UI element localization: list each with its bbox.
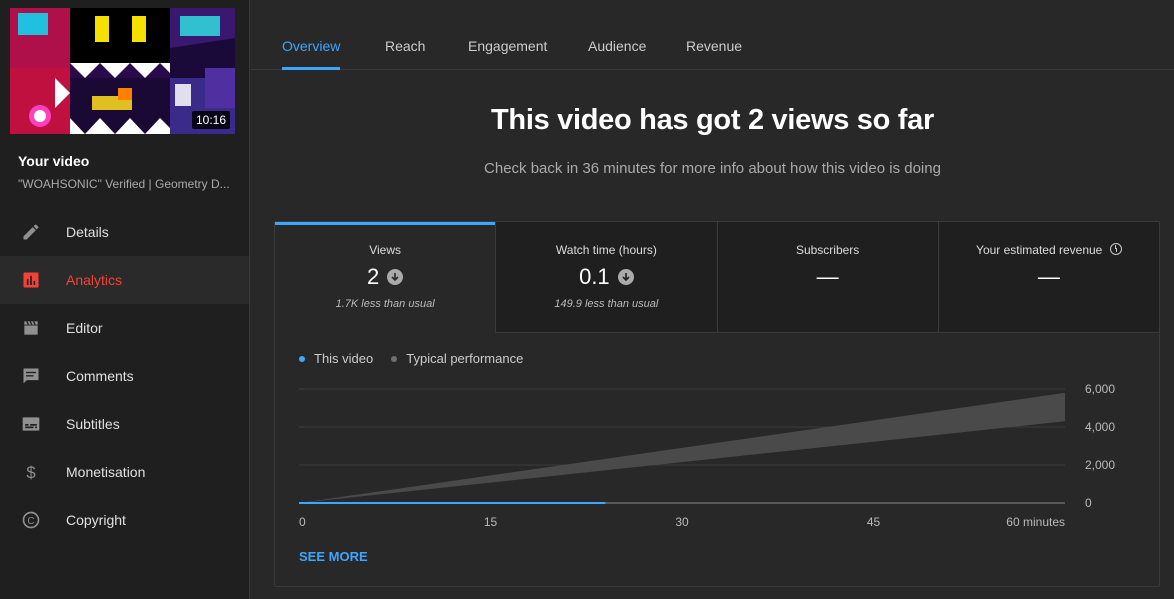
metric-label: Views bbox=[369, 243, 402, 257]
metric-revenue[interactable]: Your estimated revenue — bbox=[937, 222, 1159, 333]
sidebar-item-label: Comments bbox=[66, 368, 134, 384]
legend-this-video: This video bbox=[299, 351, 373, 366]
svg-text:C: C bbox=[27, 516, 34, 527]
metric-value: 0.1 bbox=[579, 264, 610, 289]
legend-label: Typical performance bbox=[406, 351, 524, 366]
x-tick-label: 60 minutes bbox=[1006, 515, 1065, 529]
sidebar-nav: Details Analytics Editor Comments Subtit… bbox=[0, 208, 249, 544]
metric-subscribers[interactable]: Subscribers — bbox=[716, 222, 938, 333]
tab-reach[interactable]: Reach bbox=[385, 38, 425, 54]
copyright-icon: C bbox=[20, 509, 42, 531]
metric-watch-time[interactable]: Watch time (hours) 0.1 149.9 less than u… bbox=[495, 222, 717, 333]
sidebar-item-subtitles[interactable]: Subtitles bbox=[0, 400, 249, 448]
typical-performance-band bbox=[299, 392, 1065, 503]
views-chart: 6,000 4,000 2,000 0 0 15 30 45 60 minutes bbox=[299, 382, 1115, 529]
sidebar-item-analytics[interactable]: Analytics bbox=[0, 256, 249, 304]
video-duration: 10:16 bbox=[191, 111, 230, 129]
subtitles-icon bbox=[20, 413, 42, 435]
y-tick-label: 0 bbox=[1085, 496, 1092, 510]
svg-text:$: $ bbox=[26, 463, 35, 482]
tab-revenue[interactable]: Revenue bbox=[686, 38, 742, 54]
sidebar-item-label: Details bbox=[66, 224, 109, 240]
metric-label: Your estimated revenue bbox=[976, 243, 1103, 257]
sidebar-item-label: Monetisation bbox=[66, 464, 146, 480]
tab-audience[interactable]: Audience bbox=[588, 38, 646, 54]
chart-legend: This video Typical performance bbox=[299, 351, 523, 366]
tab-engagement[interactable]: Engagement bbox=[468, 38, 547, 54]
page-subline: Check back in 36 minutes for more info a… bbox=[484, 160, 941, 177]
see-more-link[interactable]: SEE MORE bbox=[299, 549, 368, 564]
tab-overview[interactable]: Overview bbox=[282, 38, 340, 54]
metric-label: Watch time (hours) bbox=[555, 243, 657, 257]
metric-note: 1.7K less than usual bbox=[335, 298, 435, 310]
page-headline: This video has got 2 views so far bbox=[491, 104, 934, 136]
metric-value: — bbox=[816, 264, 839, 289]
dollar-icon: $ bbox=[20, 461, 42, 483]
metric-label-row: Your estimated revenue bbox=[939, 243, 1159, 257]
active-tab-indicator bbox=[282, 67, 340, 70]
metric-value-row: 0.1 bbox=[496, 264, 716, 290]
y-tick-label: 6,000 bbox=[1085, 382, 1115, 396]
sidebar: 10:16 Your video "WOAHSONIC" Verified | … bbox=[0, 0, 250, 599]
sidebar-item-monetisation[interactable]: $ Monetisation bbox=[0, 448, 249, 496]
y-tick-label: 4,000 bbox=[1085, 420, 1115, 434]
metric-note: 149.9 less than usual bbox=[554, 298, 659, 310]
video-thumbnail[interactable]: 10:16 bbox=[10, 8, 235, 134]
arrow-down-icon bbox=[617, 269, 634, 285]
sidebar-item-copyright[interactable]: C Copyright bbox=[0, 496, 249, 544]
metric-value: 2 bbox=[367, 264, 380, 289]
analytics-icon bbox=[20, 269, 42, 291]
clock-icon[interactable] bbox=[1109, 243, 1122, 255]
tab-bar: Overview Reach Engagement Audience Reven… bbox=[251, 0, 1174, 70]
clapperboard-icon bbox=[20, 317, 42, 339]
your-video-label: Your video bbox=[18, 153, 90, 169]
arrow-down-icon bbox=[387, 269, 404, 285]
comment-icon bbox=[20, 365, 42, 387]
x-tick-label: 30 bbox=[675, 515, 689, 529]
x-tick-label: 0 bbox=[299, 515, 306, 529]
metric-value-row: 2 bbox=[275, 264, 495, 290]
metric-label: Subscribers bbox=[795, 243, 860, 257]
pencil-icon bbox=[20, 221, 42, 243]
sidebar-item-details[interactable]: Details bbox=[0, 208, 249, 256]
sidebar-item-label: Subtitles bbox=[66, 416, 120, 432]
sidebar-item-comments[interactable]: Comments bbox=[0, 352, 249, 400]
metric-value: — bbox=[1037, 264, 1060, 289]
legend-label: This video bbox=[314, 351, 374, 366]
x-tick-label: 45 bbox=[867, 515, 881, 529]
x-tick-label: 15 bbox=[484, 515, 498, 529]
metric-views[interactable]: Views 2 1.7K less than usual bbox=[275, 222, 496, 333]
metric-tabs: Views 2 1.7K less than usual Watch time … bbox=[275, 222, 1159, 333]
sidebar-item-label: Editor bbox=[66, 320, 103, 336]
selected-metric-indicator bbox=[275, 222, 495, 225]
legend-typical: Typical performance bbox=[391, 351, 523, 366]
sidebar-item-editor[interactable]: Editor bbox=[0, 304, 249, 352]
y-tick-label: 2,000 bbox=[1085, 458, 1115, 472]
video-title[interactable]: "WOAHSONIC" Verified | Geometry D... bbox=[18, 177, 238, 191]
sidebar-item-label: Analytics bbox=[66, 272, 123, 288]
sidebar-item-label: Copyright bbox=[66, 512, 126, 528]
analytics-card: Views 2 1.7K less than usual Watch time … bbox=[274, 221, 1160, 587]
